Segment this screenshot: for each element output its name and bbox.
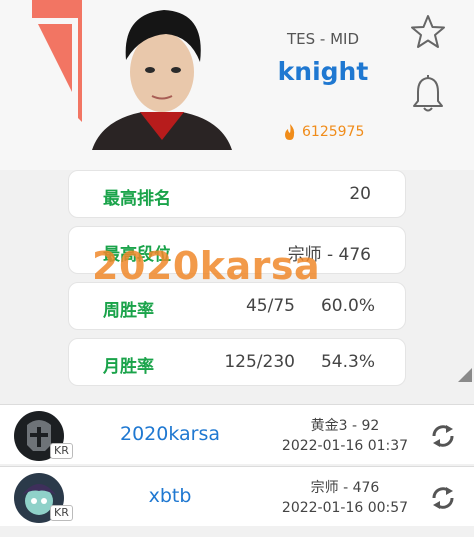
account-row[interactable]: KR 2020karsa 黄金3 - 92 2022-01-16 01:37	[0, 404, 474, 464]
stat-label: 周胜率	[103, 301, 154, 321]
account-rank: 黄金3 - 92	[310, 418, 380, 434]
team-role: TES - MID	[286, 30, 360, 48]
bell-icon[interactable]	[410, 74, 446, 114]
fire-icon	[285, 124, 295, 140]
stat-record: 45/75	[245, 296, 295, 316]
account-row[interactable]: KR xbtb 宗师 - 476 2022-01-16 00:57	[0, 466, 474, 526]
star-icon[interactable]	[410, 14, 446, 50]
refresh-icon[interactable]	[430, 485, 456, 511]
account-name[interactable]: 2020karsa	[100, 423, 240, 445]
stat-record: 125/230	[224, 352, 295, 372]
region-badge: KR	[50, 443, 73, 459]
stat-card-monthly-winrate: 月胜率 125/230 54.3%	[68, 338, 406, 386]
player-header: TES - MID knight 6125975	[0, 0, 474, 172]
region-badge: KR	[50, 505, 73, 521]
refresh-icon[interactable]	[430, 423, 456, 449]
account-rank: 宗师 - 476	[310, 480, 380, 496]
stat-value: 125/230 54.3%	[224, 352, 375, 372]
popularity: 6125975	[282, 123, 364, 141]
stat-percent: 60.0%	[320, 296, 375, 316]
watermark: 2020karsa	[92, 244, 321, 288]
account-name[interactable]: xbtb	[100, 485, 240, 507]
stat-label: 月胜率	[103, 357, 154, 377]
account-time: 2022-01-16 00:57	[281, 500, 409, 516]
stat-card-weekly-winrate: 周胜率 45/75 60.0%	[68, 282, 406, 330]
popularity-value: 6125975	[302, 124, 365, 140]
stat-percent: 54.3%	[320, 352, 375, 372]
stat-label: 最高排名	[103, 189, 171, 209]
stat-value: 45/75 60.0%	[246, 296, 375, 316]
account-list: KR 2020karsa 黄金3 - 92 2022-01-16 01:37 K…	[0, 404, 474, 526]
resize-corner-icon	[458, 368, 472, 382]
account-time: 2022-01-16 01:37	[281, 438, 409, 454]
player-photo	[82, 0, 242, 150]
stat-value: 20	[349, 184, 371, 204]
player-name: knight	[277, 57, 369, 86]
stat-card-highest-rank: 最高排名 20	[68, 170, 406, 218]
